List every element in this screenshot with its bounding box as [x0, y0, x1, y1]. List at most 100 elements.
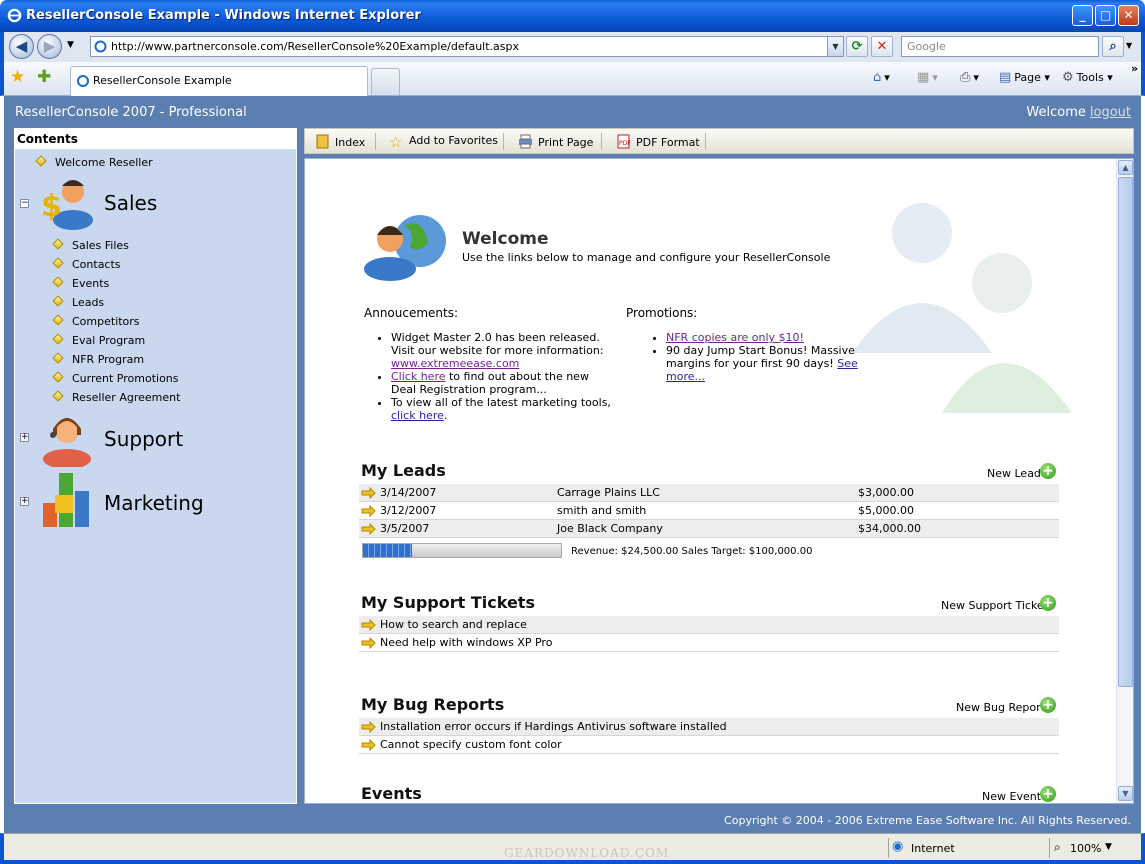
marketing-tools-link[interactable]: click here	[391, 409, 444, 422]
print-page-button[interactable]: Print Page	[518, 134, 593, 149]
add-to-favorites-button[interactable]: ☆ Add to Favorites	[389, 134, 498, 150]
sidebar-item-contacts[interactable]: Contacts	[52, 257, 121, 271]
sidebar-item-label: Contacts	[72, 258, 121, 271]
section-marketing-title[interactable]: Marketing	[104, 491, 204, 515]
collapse-sales-icon[interactable]: −	[20, 199, 29, 208]
search-options-icon[interactable]: ▼	[1126, 41, 1132, 50]
scroll-up-icon[interactable]: ▲	[1118, 160, 1133, 175]
page-menu-label: Page	[1014, 71, 1041, 84]
sidebar-item-reseller-agreement[interactable]: Reseller Agreement	[52, 390, 180, 404]
forward-button[interactable]: ▶	[37, 34, 62, 59]
search-icon[interactable]: ⌕	[1102, 36, 1124, 57]
pdf-icon: PDF	[617, 134, 631, 149]
refresh-button[interactable]: ⟳	[846, 36, 868, 57]
scroll-down-icon[interactable]: ▼	[1118, 786, 1133, 801]
print-label: Print Page	[538, 136, 594, 149]
tools-menu[interactable]: ⚙ Tools ▾	[1062, 70, 1113, 85]
zoom-dropdown-icon[interactable]: ▼	[1105, 842, 1112, 852]
extremeease-link[interactable]: www.extremeease.com	[391, 357, 519, 370]
welcome-title: Welcome	[462, 229, 549, 249]
printer-icon	[519, 134, 532, 149]
table-row[interactable]: Cannot specify custom font color	[359, 736, 1059, 754]
table-row[interactable]: Installation error occurs if Hardings An…	[359, 718, 1059, 736]
new-event-link[interactable]: New Event	[982, 790, 1041, 803]
nfr-copies-link[interactable]: NFR copies are only $10!	[666, 331, 804, 344]
window-titlebar[interactable]: ResellerConsole Example - Windows Intern…	[0, 0, 1145, 32]
scrollbar-thumb[interactable]	[1118, 177, 1133, 687]
zoom-icon[interactable]: ⌕	[1054, 840, 1061, 855]
zoom-level[interactable]: 100%	[1070, 842, 1101, 855]
revenue-text: Revenue: $24,500.00 Sales Target: $100,0…	[571, 546, 813, 557]
address-input[interactable]: http://www.partnerconsole.com/ResellerCo…	[90, 36, 844, 57]
table-row[interactable]: How to search and replace	[359, 616, 1059, 634]
page-icon	[94, 40, 107, 53]
tab-label: ResellerConsole Example	[93, 74, 232, 87]
table-row[interactable]: 3/14/2007 Carrage Plains LLC $3,000.00	[359, 484, 1059, 502]
section-sales-title[interactable]: Sales	[104, 191, 157, 215]
diamond-icon	[35, 155, 47, 167]
support-agent-icon	[43, 418, 91, 467]
tab-bar: ★ ✚ ResellerConsole Example ⌂ ▾ ▦ ▾ ⎙ ▾ ▤ Pa…	[0, 62, 1145, 96]
sales-target-progress-bar	[362, 543, 562, 558]
table-row[interactable]: 3/12/2007 smith and smith $5,000.00	[359, 502, 1059, 520]
support-tickets-title: My Support Tickets	[361, 593, 535, 612]
history-dropdown-icon[interactable]: ▼	[67, 40, 74, 50]
sidebar-item-events[interactable]: Events	[52, 276, 110, 290]
sidebar-item-competitors[interactable]: Competitors	[52, 314, 140, 328]
logout-link[interactable]: logout	[1090, 105, 1131, 120]
promotion-text: 90 day Jump Start Bonus! Massive margins…	[666, 344, 855, 370]
diamond-icon	[52, 257, 64, 269]
add-lead-icon[interactable]: +	[1040, 463, 1056, 479]
minimize-button[interactable]: _	[1072, 5, 1093, 26]
diamond-icon	[52, 333, 64, 345]
lead-company: Carrage Plains LLC	[557, 486, 660, 499]
feeds-icon[interactable]: ▦ ▾	[917, 70, 938, 85]
bug-subject: Cannot specify custom font color	[380, 738, 562, 751]
expand-marketing-icon[interactable]: +	[20, 497, 29, 506]
bug-subject: Installation error occurs if Hardings An…	[380, 720, 727, 733]
svg-text:PDF: PDF	[619, 140, 631, 147]
sidebar-item-leads[interactable]: Leads	[52, 295, 104, 309]
sidebar-item-label: Sales Files	[72, 239, 129, 252]
sidebar: Contents Welcome Reseller − $ Sales Sale…	[14, 128, 297, 804]
new-support-ticket-link[interactable]: New Support Ticket	[941, 599, 1048, 612]
new-tab-button[interactable]	[371, 68, 400, 95]
deal-registration-link[interactable]: Click here	[391, 370, 446, 383]
table-row[interactable]: 3/5/2007 Joe Black Company $34,000.00	[359, 520, 1059, 538]
tools-menu-label: Tools	[1076, 71, 1104, 84]
sidebar-item-eval-program[interactable]: Eval Program	[52, 333, 145, 347]
lead-amount: $34,000.00	[858, 522, 921, 535]
favorites-star-icon[interactable]: ★	[10, 67, 25, 87]
arrow-right-icon	[361, 721, 376, 733]
page-menu[interactable]: ▤ Page ▾	[999, 70, 1050, 85]
add-bug-report-icon[interactable]: +	[1040, 697, 1056, 713]
home-icon[interactable]: ⌂ ▾	[873, 70, 890, 85]
add-favorites-icon[interactable]: ✚	[37, 67, 51, 87]
vertical-scrollbar[interactable]: ▲ ▼	[1116, 159, 1133, 803]
new-lead-link[interactable]: New Lead	[987, 467, 1041, 480]
tab-reseller-console[interactable]: ResellerConsole Example	[70, 66, 368, 96]
search-input[interactable]: Google	[901, 36, 1099, 57]
add-support-ticket-icon[interactable]: +	[1040, 595, 1056, 611]
sidebar-item-welcome[interactable]: Welcome Reseller	[35, 155, 153, 169]
sidebar-item-sales-files[interactable]: Sales Files	[52, 238, 129, 252]
svg-text:$: $	[41, 189, 62, 224]
new-bug-report-link[interactable]: New Bug Report	[956, 701, 1045, 714]
sidebar-item-label: Events	[72, 277, 110, 290]
table-row[interactable]: Need help with windows XP Pro	[359, 634, 1059, 652]
sidebar-item-current-promotions[interactable]: Current Promotions	[52, 371, 179, 385]
sidebar-item-nfr-program[interactable]: NFR Program	[52, 352, 144, 366]
maximize-button[interactable]: □	[1095, 5, 1116, 26]
back-button[interactable]: ◀	[9, 34, 34, 59]
add-event-icon[interactable]: +	[1040, 786, 1056, 802]
close-window-button[interactable]: ✕	[1118, 5, 1139, 26]
chevron-right-icon[interactable]: »	[1131, 62, 1138, 75]
index-button[interactable]: Index	[315, 134, 365, 149]
bug-reports-title: My Bug Reports	[361, 695, 505, 714]
stop-button[interactable]: ✕	[871, 36, 893, 57]
expand-support-icon[interactable]: +	[20, 433, 29, 442]
section-support-title[interactable]: Support	[104, 427, 183, 451]
address-dropdown-icon[interactable]: ▼	[827, 37, 843, 56]
print-icon[interactable]: ⎙ ▾	[960, 70, 979, 85]
pdf-format-button[interactable]: PDF PDF Format	[616, 134, 700, 149]
